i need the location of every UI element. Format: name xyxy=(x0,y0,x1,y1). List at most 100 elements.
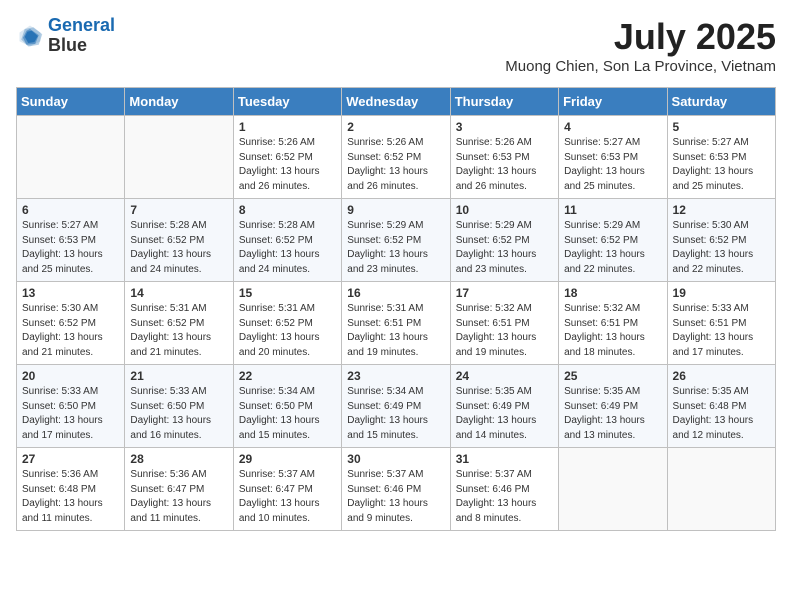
header-cell-friday: Friday xyxy=(559,88,667,116)
day-cell: 4Sunrise: 5:27 AM Sunset: 6:53 PM Daylig… xyxy=(559,116,667,199)
header-cell-monday: Monday xyxy=(125,88,233,116)
day-number: 31 xyxy=(456,452,553,466)
day-info: Sunrise: 5:31 AM Sunset: 6:52 PM Dayligh… xyxy=(130,302,227,360)
location: Muong Chien, Son La Province, Vietnam xyxy=(505,58,776,75)
day-info: Sunrise: 5:26 AM Sunset: 6:52 PM Dayligh… xyxy=(347,136,444,194)
day-number: 7 xyxy=(130,203,227,217)
header-cell-tuesday: Tuesday xyxy=(233,88,341,116)
day-cell: 23 Sunrise: 5:34 AM Sunset: 6:49 PM Dayli… xyxy=(342,365,450,448)
day-cell: 29 Sunrise: 5:37 AM Sunset: 6:47 PM Dayli… xyxy=(233,448,341,531)
day-info: Sunrise: 5:31 AM Sunset: 6:52 PM Dayligh… xyxy=(239,302,336,360)
day-number: 9 xyxy=(347,203,444,217)
day-info: Sunrise: 5:33 AM Sunset: 6:51 PM Dayligh… xyxy=(673,302,770,360)
day-cell: 27Sunrise: 5:36 AM Sunset: 6:48 PM Dayli… xyxy=(17,448,125,531)
day-info: Sunrise: 5:37 AM Sunset: 6:47 PM Dayligh… xyxy=(239,468,336,526)
day-info: Sunrise: 5:34 AM Sunset: 6:49 PM Dayligh… xyxy=(347,385,444,443)
day-cell: 18Sunrise: 5:32 AM Sunset: 6:51 PM Dayli… xyxy=(559,282,667,365)
day-cell xyxy=(17,116,125,199)
logo-icon xyxy=(16,22,44,50)
day-number: 24 xyxy=(456,369,553,383)
day-cell xyxy=(667,448,775,531)
day-number: 20 xyxy=(22,369,119,383)
day-number: 27 xyxy=(22,452,119,466)
day-number: 3 xyxy=(456,120,553,134)
day-info: Sunrise: 5:30 AM Sunset: 6:52 PM Dayligh… xyxy=(22,302,119,360)
day-info: Sunrise: 5:26 AM Sunset: 6:53 PM Dayligh… xyxy=(456,136,553,194)
day-number: 11 xyxy=(564,203,661,217)
day-number: 25 xyxy=(564,369,661,383)
day-cell: 9 Sunrise: 5:29 AM Sunset: 6:52 PM Daylig… xyxy=(342,199,450,282)
day-info: Sunrise: 5:29 AM Sunset: 6:52 PM Dayligh… xyxy=(564,219,661,277)
day-number: 17 xyxy=(456,286,553,300)
day-number: 1 xyxy=(239,120,336,134)
day-cell: 20Sunrise: 5:33 AM Sunset: 6:50 PM Dayli… xyxy=(17,365,125,448)
day-cell: 22 Sunrise: 5:34 AM Sunset: 6:50 PM Dayli… xyxy=(233,365,341,448)
day-number: 19 xyxy=(673,286,770,300)
day-info: Sunrise: 5:30 AM Sunset: 6:52 PM Dayligh… xyxy=(673,219,770,277)
day-cell: 2 Sunrise: 5:26 AM Sunset: 6:52 PM Daylig… xyxy=(342,116,450,199)
day-info: Sunrise: 5:37 AM Sunset: 6:46 PM Dayligh… xyxy=(456,468,553,526)
day-cell: 1 Sunrise: 5:26 AM Sunset: 6:52 PM Daylig… xyxy=(233,116,341,199)
day-cell: 7 Sunrise: 5:28 AM Sunset: 6:52 PM Daylig… xyxy=(125,199,233,282)
day-cell: 8Sunrise: 5:28 AM Sunset: 6:52 PM Daylig… xyxy=(233,199,341,282)
week-row-5: 27Sunrise: 5:36 AM Sunset: 6:48 PM Dayli… xyxy=(17,448,776,531)
day-cell: 16Sunrise: 5:31 AM Sunset: 6:51 PM Dayli… xyxy=(342,282,450,365)
day-number: 2 xyxy=(347,120,444,134)
day-cell: 14 Sunrise: 5:31 AM Sunset: 6:52 PM Dayli… xyxy=(125,282,233,365)
day-cell: 6Sunrise: 5:27 AM Sunset: 6:53 PM Daylig… xyxy=(17,199,125,282)
day-cell: 19 Sunrise: 5:33 AM Sunset: 6:51 PM Dayli… xyxy=(667,282,775,365)
header-cell-saturday: Saturday xyxy=(667,88,775,116)
logo-line1: General xyxy=(48,15,115,35)
day-info: Sunrise: 5:29 AM Sunset: 6:52 PM Dayligh… xyxy=(347,219,444,277)
day-number: 23 xyxy=(347,369,444,383)
day-info: Sunrise: 5:26 AM Sunset: 6:52 PM Dayligh… xyxy=(239,136,336,194)
day-cell: 25 Sunrise: 5:35 AM Sunset: 6:49 PM Dayli… xyxy=(559,365,667,448)
day-number: 6 xyxy=(22,203,119,217)
day-cell: 5 Sunrise: 5:27 AM Sunset: 6:53 PM Daylig… xyxy=(667,116,775,199)
day-info: Sunrise: 5:33 AM Sunset: 6:50 PM Dayligh… xyxy=(130,385,227,443)
day-cell: 11 Sunrise: 5:29 AM Sunset: 6:52 PM Dayli… xyxy=(559,199,667,282)
header-cell-wednesday: Wednesday xyxy=(342,88,450,116)
calendar-table: SundayMondayTuesdayWednesdayThursdayFrid… xyxy=(16,87,776,531)
header-cell-thursday: Thursday xyxy=(450,88,558,116)
week-row-1: 1 Sunrise: 5:26 AM Sunset: 6:52 PM Daylig… xyxy=(17,116,776,199)
day-number: 21 xyxy=(130,369,227,383)
day-number: 30 xyxy=(347,452,444,466)
day-number: 28 xyxy=(130,452,227,466)
page-header: General Blue July 2025 Muong Chien, Son … xyxy=(16,16,776,75)
day-info: Sunrise: 5:28 AM Sunset: 6:52 PM Dayligh… xyxy=(239,219,336,277)
day-cell xyxy=(559,448,667,531)
day-cell: 15Sunrise: 5:31 AM Sunset: 6:52 PM Dayli… xyxy=(233,282,341,365)
day-info: Sunrise: 5:35 AM Sunset: 6:49 PM Dayligh… xyxy=(564,385,661,443)
month-year: July 2025 xyxy=(505,16,776,58)
day-cell: 17 Sunrise: 5:32 AM Sunset: 6:51 PM Dayli… xyxy=(450,282,558,365)
day-info: Sunrise: 5:32 AM Sunset: 6:51 PM Dayligh… xyxy=(456,302,553,360)
logo-line2: Blue xyxy=(48,36,115,56)
day-number: 13 xyxy=(22,286,119,300)
day-info: Sunrise: 5:32 AM Sunset: 6:51 PM Dayligh… xyxy=(564,302,661,360)
day-number: 5 xyxy=(673,120,770,134)
day-info: Sunrise: 5:27 AM Sunset: 6:53 PM Dayligh… xyxy=(673,136,770,194)
logo: General Blue xyxy=(16,16,115,56)
day-info: Sunrise: 5:37 AM Sunset: 6:46 PM Dayligh… xyxy=(347,468,444,526)
day-cell: 13 Sunrise: 5:30 AM Sunset: 6:52 PM Dayli… xyxy=(17,282,125,365)
day-info: Sunrise: 5:35 AM Sunset: 6:49 PM Dayligh… xyxy=(456,385,553,443)
day-info: Sunrise: 5:35 AM Sunset: 6:48 PM Dayligh… xyxy=(673,385,770,443)
day-number: 26 xyxy=(673,369,770,383)
day-number: 12 xyxy=(673,203,770,217)
day-number: 14 xyxy=(130,286,227,300)
day-info: Sunrise: 5:29 AM Sunset: 6:52 PM Dayligh… xyxy=(456,219,553,277)
day-cell: 31 Sunrise: 5:37 AM Sunset: 6:46 PM Dayli… xyxy=(450,448,558,531)
day-info: Sunrise: 5:34 AM Sunset: 6:50 PM Dayligh… xyxy=(239,385,336,443)
day-number: 10 xyxy=(456,203,553,217)
header-row: SundayMondayTuesdayWednesdayThursdayFrid… xyxy=(17,88,776,116)
logo-text: General Blue xyxy=(48,16,115,56)
day-number: 29 xyxy=(239,452,336,466)
title-block: July 2025 Muong Chien, Son La Province, … xyxy=(505,16,776,75)
day-cell: 21 Sunrise: 5:33 AM Sunset: 6:50 PM Dayli… xyxy=(125,365,233,448)
header-cell-sunday: Sunday xyxy=(17,88,125,116)
day-cell: 30 Sunrise: 5:37 AM Sunset: 6:46 PM Dayli… xyxy=(342,448,450,531)
day-info: Sunrise: 5:28 AM Sunset: 6:52 PM Dayligh… xyxy=(130,219,227,277)
day-number: 22 xyxy=(239,369,336,383)
day-number: 16 xyxy=(347,286,444,300)
